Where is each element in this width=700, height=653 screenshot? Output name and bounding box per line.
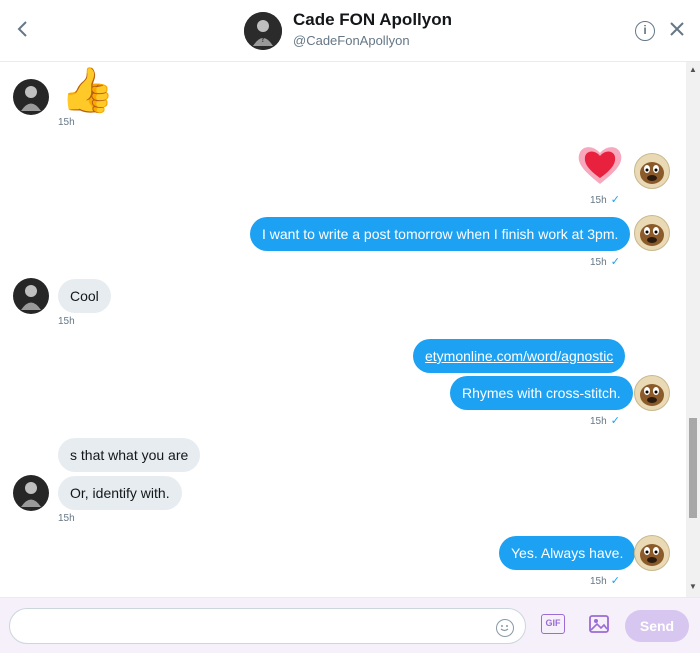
anonymous-avatar-icon bbox=[21, 86, 41, 111]
chevron-left-icon bbox=[17, 21, 27, 37]
scrollbar[interactable]: ▲ ▼ bbox=[686, 62, 700, 597]
message-bubble-outgoing[interactable]: Rhymes with cross-stitch. bbox=[450, 376, 633, 410]
avatar[interactable] bbox=[13, 475, 49, 511]
message-bubble-outgoing[interactable]: I want to write a post tomorrow when I f… bbox=[250, 217, 631, 251]
close-icon bbox=[670, 22, 684, 36]
message-timestamp: 15h ✓ bbox=[590, 256, 620, 268]
avatar[interactable] bbox=[634, 215, 670, 251]
read-check-icon: ✓ bbox=[610, 575, 620, 587]
dog-avatar-icon bbox=[640, 384, 664, 406]
scroll-up-arrow-icon[interactable]: ▲ bbox=[686, 64, 700, 76]
message-bubble-incoming[interactable]: Or, identify with. bbox=[58, 476, 182, 510]
message-bubble-incoming[interactable]: Cool bbox=[58, 279, 111, 313]
message-timestamp: 15h bbox=[58, 316, 75, 327]
avatar[interactable] bbox=[634, 153, 670, 189]
message-input[interactable] bbox=[9, 608, 526, 644]
read-check-icon: ✓ bbox=[610, 194, 620, 206]
scrollbar-thumb[interactable] bbox=[689, 418, 697, 518]
read-check-icon: ✓ bbox=[610, 256, 620, 268]
message-timestamp: 15h ✓ bbox=[590, 575, 620, 587]
message-bubble-outgoing[interactable]: Yes. Always have. bbox=[499, 536, 636, 570]
message-timestamp: 15h bbox=[58, 513, 75, 524]
gif-button[interactable]: GIF bbox=[541, 614, 565, 634]
anonymous-avatar-icon: ? bbox=[244, 12, 282, 50]
contact-handle: @CadeFonApollyon bbox=[293, 33, 410, 48]
image-button[interactable] bbox=[588, 613, 610, 635]
scroll-down-arrow-icon[interactable]: ▼ bbox=[686, 581, 700, 593]
message-composer: GIF Send bbox=[0, 597, 700, 653]
message-timestamp: 15h ✓ bbox=[590, 415, 620, 427]
conversation-header: ? Cade FON Apollyon @CadeFonApollyon i bbox=[0, 0, 700, 62]
message-bubble-incoming[interactable]: s that what you are bbox=[58, 438, 201, 472]
read-check-icon: ✓ bbox=[610, 415, 620, 427]
message-link-outgoing[interactable]: etymonline.com/word/agnostic bbox=[413, 339, 626, 373]
dog-avatar-icon bbox=[640, 544, 664, 566]
send-button[interactable]: Send bbox=[625, 610, 689, 642]
message-timestamp: 15h ✓ bbox=[590, 194, 620, 206]
emoji-button[interactable] bbox=[496, 619, 514, 637]
contact-name[interactable]: Cade FON Apollyon bbox=[293, 10, 452, 30]
message-timestamp: 15h bbox=[58, 117, 75, 128]
avatar[interactable] bbox=[13, 278, 49, 314]
back-button[interactable] bbox=[10, 16, 36, 42]
thumbs-up-emoji: 👍 bbox=[60, 66, 115, 115]
info-button[interactable]: i bbox=[635, 21, 655, 41]
anonymous-avatar-icon bbox=[21, 285, 41, 310]
dog-avatar-icon bbox=[640, 162, 664, 184]
avatar[interactable] bbox=[634, 535, 670, 571]
dog-avatar-icon bbox=[640, 224, 664, 246]
avatar[interactable] bbox=[634, 375, 670, 411]
close-button[interactable] bbox=[666, 18, 688, 40]
smiley-icon bbox=[500, 625, 509, 632]
heart-icon bbox=[578, 147, 622, 184]
avatar[interactable] bbox=[13, 79, 49, 115]
image-icon bbox=[589, 615, 609, 633]
info-icon: i bbox=[643, 23, 647, 37]
avatar[interactable]: ? bbox=[244, 12, 282, 50]
svg-text:?: ? bbox=[261, 35, 266, 45]
heart-emoji bbox=[575, 140, 625, 190]
anonymous-avatar-icon bbox=[21, 482, 41, 507]
